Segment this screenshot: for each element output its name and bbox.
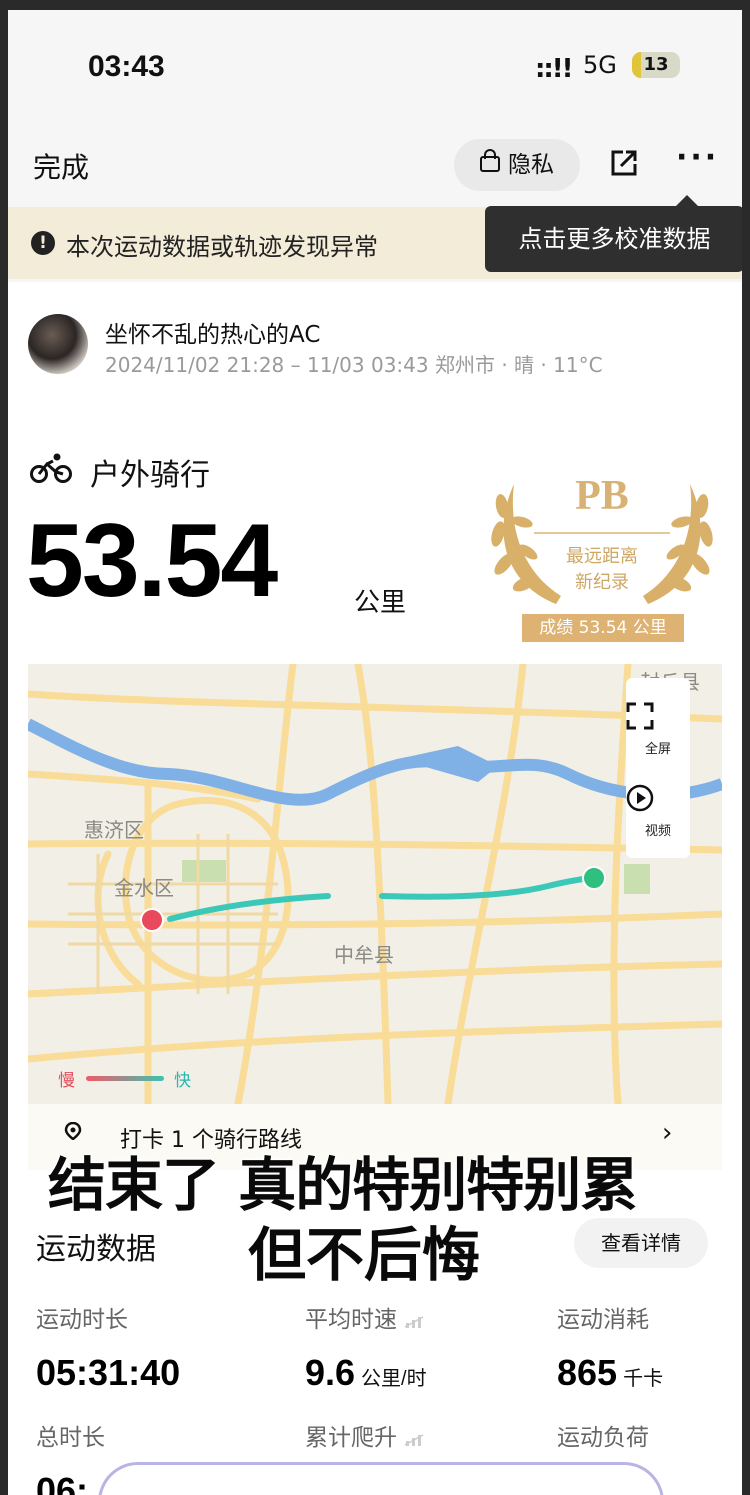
calibrate-tooltip[interactable]: 点击更多校准数据 (485, 195, 742, 272)
signal-icon: ::!! (535, 54, 573, 84)
bicycle-icon (30, 453, 72, 483)
top-nav: 完成 隐私 ··· (8, 130, 742, 200)
pb-divider (534, 532, 670, 534)
more-button[interactable]: ··· (676, 140, 719, 175)
battery-level: 13 (643, 54, 669, 75)
warning-text: 本次运动数据或轨迹发现异常 (66, 233, 378, 261)
legend-fast: 快 (174, 1071, 191, 1091)
pb-title: PB (575, 473, 629, 519)
stat-label: 运动负荷 (557, 1425, 649, 1451)
stat-value: 05:31:40 (36, 1352, 181, 1393)
lock-icon (480, 149, 500, 172)
share-icon[interactable] (609, 148, 639, 178)
video-icon[interactable] (626, 784, 654, 812)
view-details-button[interactable]: 查看详情 (574, 1218, 708, 1268)
stat-label: 累计爬升 (305, 1425, 397, 1451)
stat-label: 运动消耗 (557, 1307, 649, 1333)
activity-card: 坐怀不乱的热心的AC 2024/11/02 21:28 – 11/03 03:4… (8, 282, 742, 1495)
user-name: 坐怀不乱的热心的AC (105, 322, 321, 348)
done-button[interactable]: 完成 (33, 146, 89, 186)
phone-screen: 03:43 ::!! 5G 13 完成 隐私 ··· ! 本次运动数据或轨迹发现… (8, 10, 742, 1495)
pb-subtitle-2: 新纪录 (575, 572, 629, 593)
fullscreen-label[interactable]: 全屏 (626, 738, 690, 757)
avatar[interactable] (28, 314, 88, 374)
sport-name: 户外骑行 (90, 458, 210, 493)
chart-icon[interactable] (403, 1431, 425, 1447)
stat-load: 运动负荷 (557, 1418, 649, 1452)
sport-type: 户外骑行 (30, 450, 430, 500)
stat-value: 9.6 公里/时 (305, 1352, 427, 1393)
video-caption-line-2: 但不后悔 (248, 1221, 481, 1289)
privacy-label: 隐私 (508, 152, 554, 178)
map-label-zhongmou: 中牟县 (334, 943, 394, 967)
activity-meta: 2024/11/02 21:28 – 11/03 03:43 郑州市 · 晴 ·… (105, 353, 603, 377)
status-bar: 03:43 ::!! 5G 13 (8, 10, 742, 120)
stat-duration: 运动时长 05:31:40 (36, 1300, 180, 1394)
fullscreen-icon[interactable] (626, 702, 654, 730)
stat-value: 06: (36, 1470, 89, 1495)
status-time: 03:43 (88, 50, 165, 83)
pb-result: 成绩 53.54 公里 (522, 614, 684, 642)
pb-subtitle-1: 最远距离 (566, 546, 638, 567)
stat-label: 运动时长 (36, 1307, 128, 1333)
stats-section-title: 运动数据 (36, 1232, 156, 1267)
chart-icon[interactable] (403, 1313, 425, 1329)
network-type: 5G (583, 51, 617, 79)
stat-elevation: 累计爬升 (305, 1418, 425, 1452)
stat-label: 平均时速 (305, 1307, 397, 1333)
stat-avg-speed: 平均时速 9.6 公里/时 (305, 1300, 427, 1394)
map-label-huiji: 惠济区 (84, 818, 144, 842)
video-label[interactable]: 视频 (626, 820, 690, 839)
stat-calories: 运动消耗 865 千卡 (557, 1300, 663, 1394)
stat-label: 总时长 (36, 1425, 105, 1451)
map-controls: 全屏 视频 (626, 678, 690, 858)
legend-gradient (86, 1076, 164, 1081)
privacy-button[interactable]: 隐私 (454, 139, 580, 191)
stat-total-duration: 总时长 06: (36, 1418, 105, 1495)
bottom-popup[interactable] (98, 1462, 664, 1495)
warning-icon: ! (31, 231, 55, 255)
route-map[interactable]: 封丘县 惠济区 金水区 中牟县 全屏 视频 慢 快 (28, 664, 722, 1104)
pb-badge[interactable]: PB 最远距离 新纪录 成绩 53.54 公里 (486, 464, 718, 642)
battery-icon: 13 (632, 52, 680, 78)
map-label-jinshui: 金水区 (114, 876, 174, 900)
distance-value: 53.54 (26, 503, 278, 619)
stat-value: 865 千卡 (557, 1352, 664, 1393)
distance-unit: 公里 (354, 588, 407, 618)
legend-slow: 慢 (58, 1071, 75, 1091)
